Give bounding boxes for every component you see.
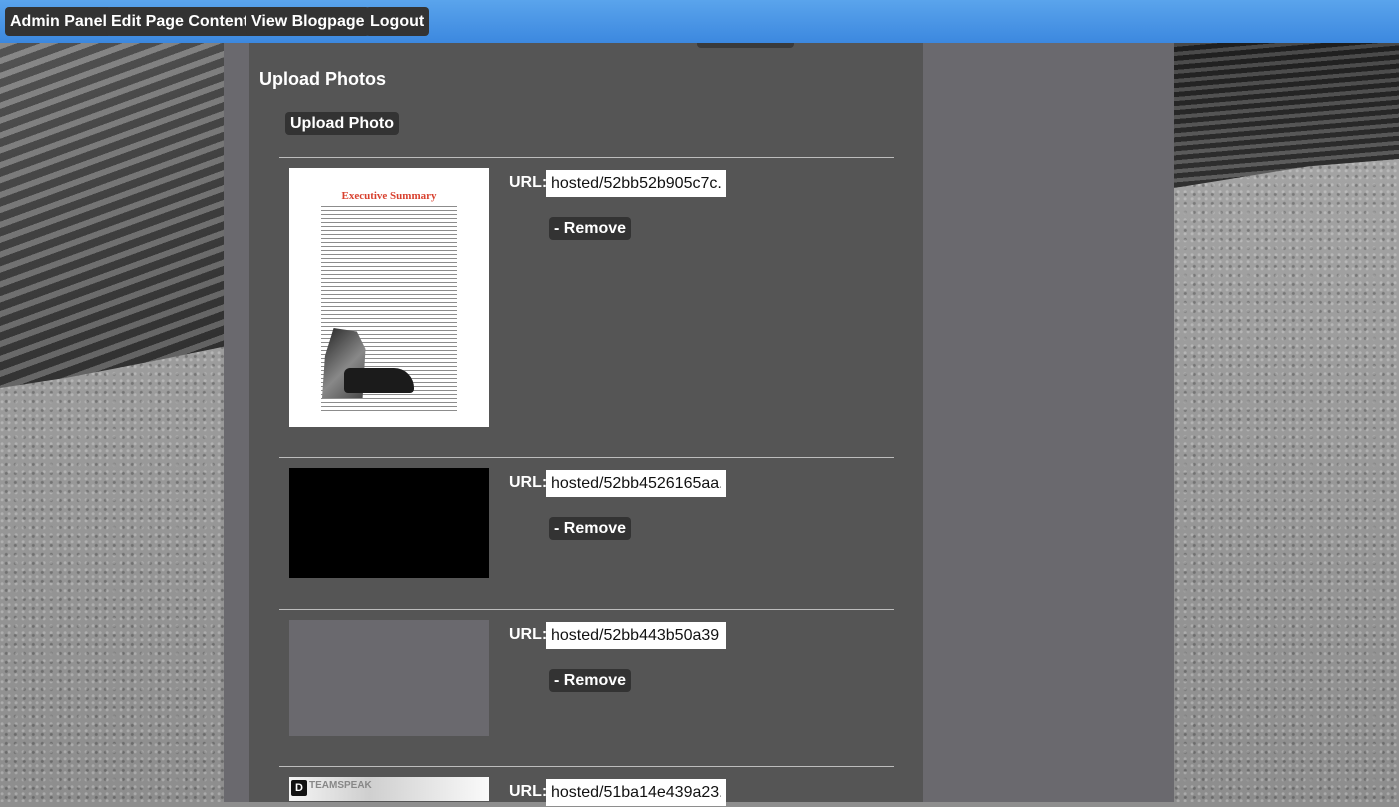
thumb-doc-title: Executive Summary (341, 190, 437, 202)
section-title: Upload Photos (259, 69, 386, 89)
upload-photo-button[interactable]: Upload Photo (285, 112, 399, 135)
url-label: URL: (509, 174, 548, 191)
photo-thumbnail (289, 620, 489, 736)
background-rock-left (0, 43, 224, 388)
remove-button[interactable]: - Remove (549, 217, 632, 240)
url-label: URL: (509, 783, 548, 800)
photo-row: D TEAMSPEAK URL: (279, 767, 894, 807)
tab-stub (697, 43, 794, 48)
url-label: URL: (509, 626, 548, 643)
photo-row: URL: - Remove (279, 610, 894, 765)
url-field[interactable] (546, 622, 726, 649)
url-label: URL: (509, 474, 548, 491)
url-field[interactable] (546, 170, 726, 197)
logout-button[interactable]: Logout (365, 7, 430, 36)
url-field[interactable] (546, 470, 726, 497)
edit-page-content-button[interactable]: Edit Page Content (106, 7, 254, 36)
remove-button[interactable]: - Remove (549, 669, 632, 692)
photo-row: Executive Summary URL: - Remove (279, 158, 894, 457)
remove-button[interactable]: - Remove (549, 517, 632, 540)
teamspeak-logo-icon: D (291, 780, 307, 796)
top-nav-bar: Admin Panel Edit Page Content View Blogp… (0, 0, 1399, 43)
upload-photos-panel: Upload Photos Upload Photo Executive Sum… (249, 43, 923, 806)
photo-thumbnail: D TEAMSPEAK (289, 777, 489, 801)
thumb-person-image (344, 368, 414, 393)
view-blogpage-button[interactable]: View Blogpage (246, 7, 370, 36)
photo-row: URL: - Remove (279, 458, 894, 608)
thumb-brand-text: TEAMSPEAK (309, 780, 372, 791)
photo-thumbnail (289, 468, 489, 578)
photo-thumbnail: Executive Summary (289, 168, 489, 427)
admin-panel-button[interactable]: Admin Panel (5, 7, 112, 36)
